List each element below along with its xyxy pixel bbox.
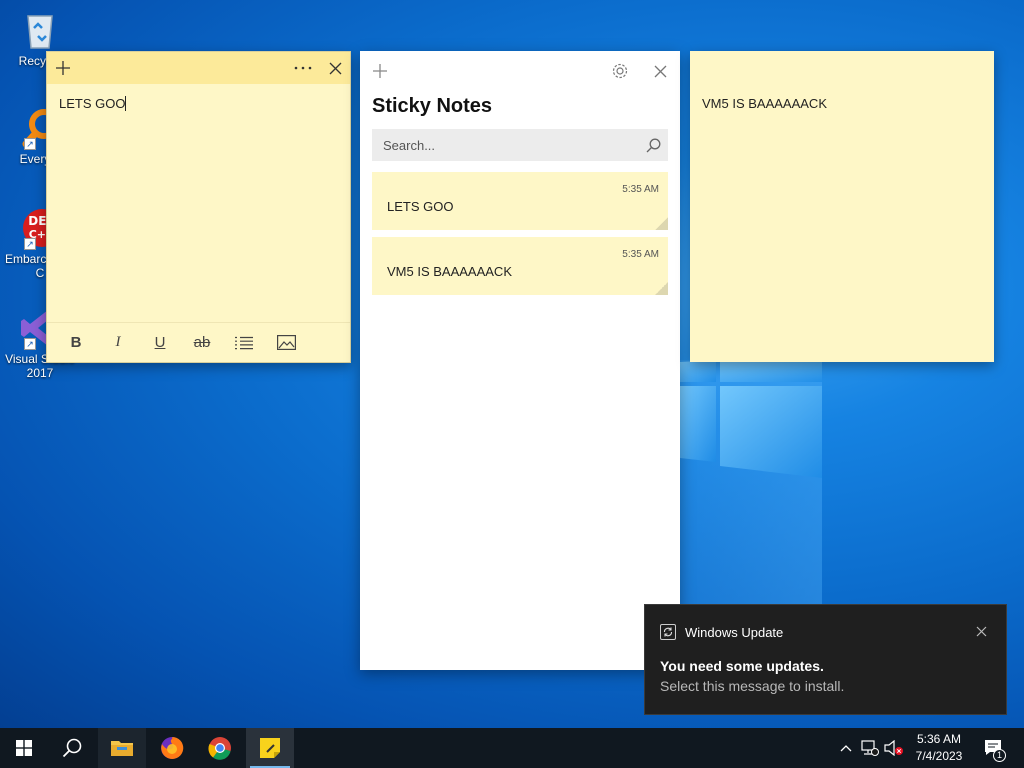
page-fold-corner	[655, 217, 668, 230]
gear-icon	[612, 63, 628, 79]
insert-image-button[interactable]	[265, 323, 307, 363]
taskbar: 5:36 AM 7/4/2023 1	[0, 728, 1024, 768]
bold-button[interactable]: B	[55, 323, 97, 363]
italic-button[interactable]: I	[97, 323, 139, 363]
start-button[interactable]	[0, 728, 48, 768]
app-title: Sticky Notes	[372, 95, 493, 117]
chrome-taskbar-button[interactable]	[196, 728, 244, 768]
sticky-note-window-vm5[interactable]: VM5 IS BAAAAAACK	[690, 51, 994, 362]
chrome-icon	[208, 737, 231, 760]
note-card-time: 5:35 AM	[622, 249, 659, 260]
firefox-icon	[161, 736, 184, 759]
text-caret	[125, 96, 127, 111]
shortcut-arrow-icon: ↗	[24, 138, 36, 150]
close-icon	[654, 65, 666, 77]
toast-app-name: Windows Update	[685, 625, 784, 640]
note-card-text: VM5 IS BAAAAAACK	[387, 264, 512, 279]
network-icon	[861, 740, 879, 756]
folder-icon	[111, 741, 133, 756]
windows-start-icon	[16, 740, 32, 756]
notification-count-badge: 1	[993, 749, 1006, 762]
shortcut-arrow-icon: ↗	[24, 338, 36, 350]
search-icon	[646, 138, 660, 152]
sticky-note-window-lets-goo: LETS GOO B I U ab	[46, 51, 351, 363]
more-icon	[294, 66, 312, 70]
note-card-vm5[interactable]: 5:35 AM VM5 IS BAAAAAACK	[372, 237, 668, 295]
list-titlebar[interactable]	[360, 51, 680, 91]
settings-button[interactable]	[604, 55, 636, 87]
plus-icon	[56, 61, 70, 75]
close-list-button[interactable]	[644, 55, 676, 87]
page-fold-corner	[655, 282, 668, 295]
desktop: Recycle ↗ Everyth DEV C++ ↗ Embarc Dev-C	[0, 0, 1024, 728]
note-editor[interactable]: LETS GOO	[47, 84, 350, 324]
network-tray-button[interactable]	[858, 728, 882, 768]
strikethrough-button[interactable]: ab	[181, 323, 223, 363]
list-icon	[235, 336, 253, 349]
sticky-notes-list-window: Sticky Notes 5:35 AM LETS GOO 5:35 AM VM…	[360, 51, 680, 670]
plus-icon	[373, 64, 387, 78]
note-card-text: LETS GOO	[387, 199, 454, 214]
shortcut-arrow-icon: ↗	[24, 238, 36, 250]
clock-date: 7/4/2023	[915, 749, 963, 763]
volume-muted-icon	[884, 740, 903, 756]
action-center-button[interactable]: 1	[980, 728, 1008, 768]
clock-time: 5:36 AM	[916, 732, 962, 746]
new-note-button[interactable]	[364, 55, 396, 87]
windows-update-toast[interactable]: Windows Update You need some updates. Se…	[644, 604, 1007, 715]
image-icon	[276, 335, 296, 350]
sticky-notes-icon	[260, 738, 280, 758]
menu-button[interactable]	[287, 52, 319, 84]
search-icon	[62, 738, 82, 758]
bullet-list-button[interactable]	[223, 323, 265, 363]
toast-subtext: Select this message to install.	[660, 678, 845, 694]
windows-update-icon	[660, 624, 676, 640]
search-taskbar-button[interactable]	[48, 728, 96, 768]
note-card-time: 5:35 AM	[622, 184, 659, 195]
sticky-notes-taskbar-button[interactable]	[246, 728, 294, 768]
show-hidden-icons-button[interactable]	[834, 728, 858, 768]
taskbar-clock[interactable]: 5:36 AM 7/4/2023	[908, 731, 970, 765]
note-titlebar[interactable]	[47, 52, 350, 84]
firefox-taskbar-button[interactable]	[148, 728, 196, 768]
chevron-up-icon	[840, 745, 852, 752]
file-explorer-taskbar-button[interactable]	[98, 728, 146, 768]
new-note-button[interactable]	[47, 52, 79, 84]
note-content: VM5 IS BAAAAAACK	[702, 96, 827, 111]
underline-button[interactable]: U	[139, 323, 181, 363]
toast-heading: You need some updates.	[660, 658, 824, 674]
close-icon	[329, 62, 341, 74]
format-toolbar: B I U ab	[47, 322, 350, 362]
search-input[interactable]	[372, 129, 668, 161]
close-icon	[976, 626, 986, 636]
toast-close-button[interactable]	[971, 621, 991, 641]
close-note-button[interactable]	[319, 52, 351, 84]
volume-tray-button[interactable]	[882, 728, 906, 768]
note-card-lets-goo[interactable]: 5:35 AM LETS GOO	[372, 172, 668, 230]
search-button[interactable]	[638, 129, 668, 161]
note-content: LETS GOO	[59, 96, 126, 111]
recycle-bin-icon	[18, 8, 62, 52]
